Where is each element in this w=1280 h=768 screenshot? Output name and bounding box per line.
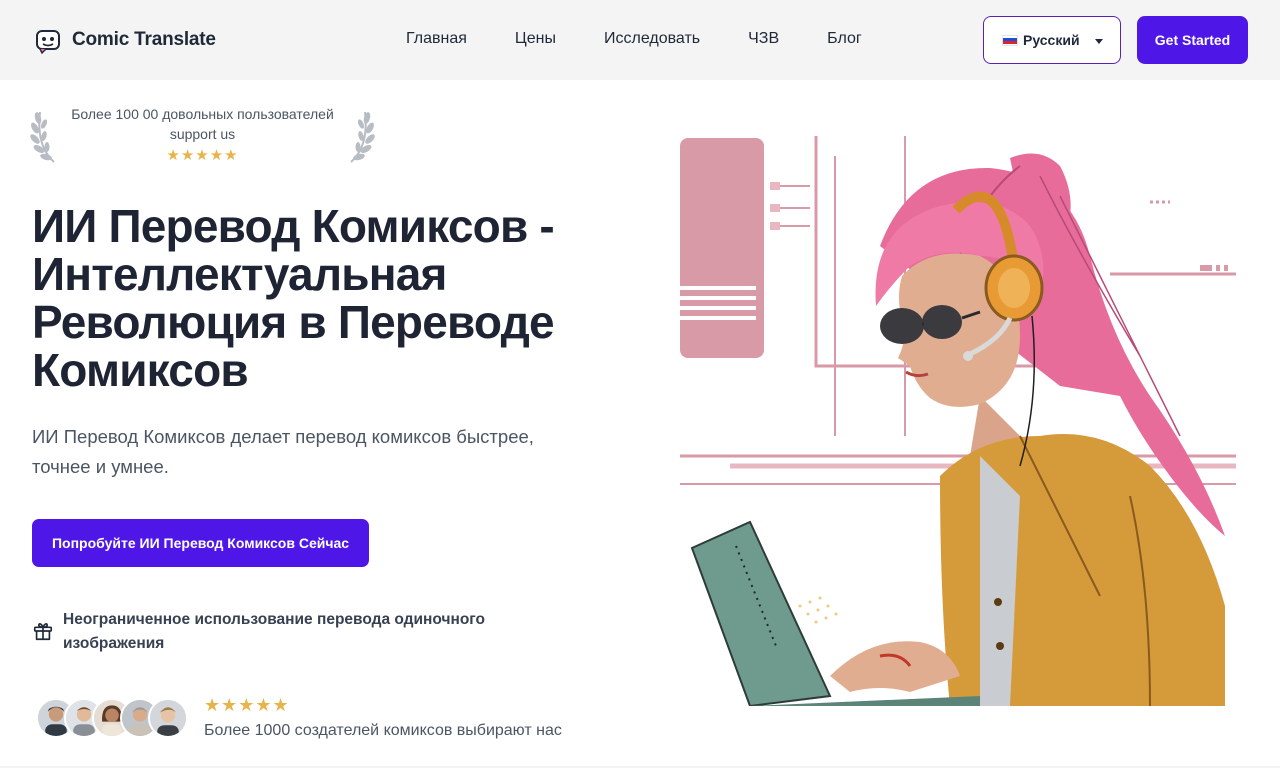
hero-headline: ИИ Перевод Комиксов - Интеллектуальная Р… (32, 200, 555, 396)
avatar-group (36, 698, 190, 740)
nav-home[interactable]: Главная (406, 30, 467, 48)
feature-text: Неограниченное использование перевода од… (63, 611, 486, 652)
laurel-right-icon (350, 111, 375, 163)
main-nav: Главная Цены Исследовать ЧЗВ Блог (382, 30, 862, 48)
feature-item: Неограниченное использование перевода од… (32, 608, 552, 656)
get-started-button[interactable]: Get Started (1137, 16, 1248, 64)
hero-subtext: ИИ Перевод Комиксов делает перевод комик… (32, 426, 534, 477)
award-badge: Более 100 00 довольных пользователей sup… (30, 102, 375, 168)
try-now-button[interactable]: Попробуйте ИИ Перевод Комиксов Сейчас (32, 519, 369, 567)
nav-faq[interactable]: ЧЗВ (748, 30, 779, 48)
avatar (148, 698, 188, 738)
social-rating-stars: ★★★★★ (204, 695, 290, 715)
site-header: Comic Translate Главная Цены Исследовать… (0, 0, 1280, 80)
language-select[interactable]: Русский (983, 16, 1121, 64)
award-text-line1: Более 100 00 довольных пользователей (71, 106, 334, 122)
brand-name: Comic Translate (72, 29, 216, 50)
russia-flag-icon (1002, 34, 1018, 46)
nav-blog[interactable]: Блог (827, 30, 862, 48)
brand[interactable]: Comic Translate (34, 26, 216, 54)
award-text-line2: support us (169, 126, 236, 142)
gift-icon (33, 623, 53, 641)
language-label: Русский (1023, 32, 1080, 48)
hero-illustration (680, 136, 1236, 706)
chevron-down-icon (1095, 39, 1103, 44)
robot-logo-icon (36, 30, 60, 54)
nav-explore[interactable]: Исследовать (604, 30, 700, 48)
award-text: Более 100 00 довольных пользователей sup… (60, 104, 345, 144)
social-proof-text: Более 1000 создателей комиксов выбирают … (204, 722, 562, 739)
social-proof: ★★★★★ Более 1000 создателей комиксов выб… (36, 694, 636, 744)
award-rating-stars: ★★★★★ (166, 147, 239, 164)
nav-pricing[interactable]: Цены (515, 30, 556, 48)
